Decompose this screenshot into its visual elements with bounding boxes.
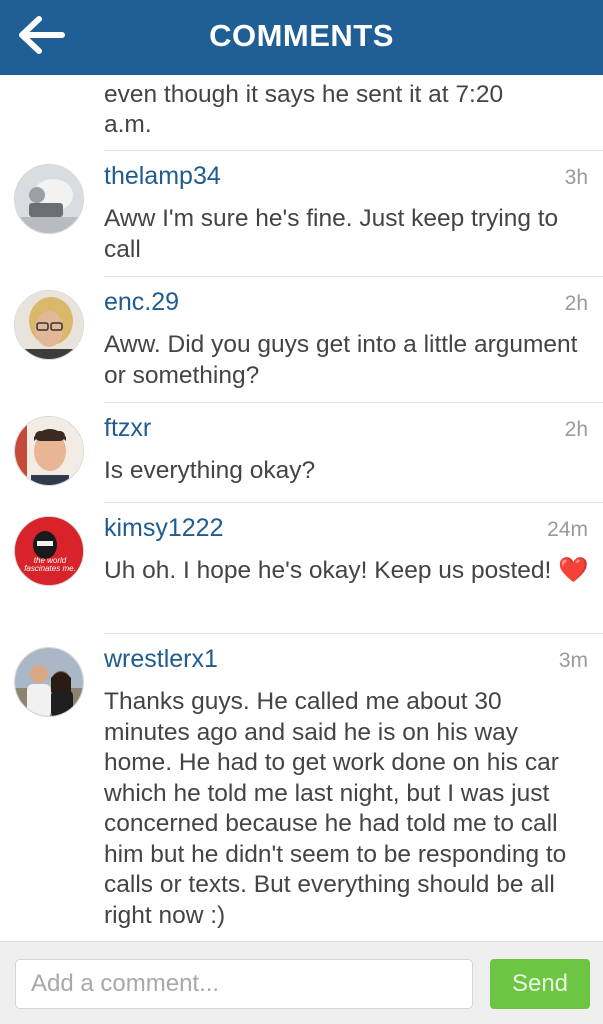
avatar[interactable] xyxy=(14,647,84,717)
heart-icon: ❤️ xyxy=(558,557,589,584)
divider xyxy=(104,150,603,151)
avatar-image xyxy=(15,291,83,359)
divider xyxy=(104,276,603,277)
partial-comment-line: even though it says he sent it at 7:20 xyxy=(104,81,504,108)
comment-text: Aww I'm sure he's fine. Just keep trying… xyxy=(104,205,559,263)
avatar-caption: the world fascinates me. xyxy=(24,556,76,573)
comment-username[interactable]: kimsy1222 xyxy=(104,514,224,543)
comment-username[interactable]: enc.29 xyxy=(104,288,179,317)
avatar[interactable] xyxy=(14,164,84,234)
divider xyxy=(104,633,603,634)
comment-timestamp: 3m xyxy=(558,649,588,672)
comment-text: Aww. Did you guys get into a little argu… xyxy=(104,331,578,389)
header-bar: COMMENTS xyxy=(0,0,603,75)
comment-username[interactable]: wrestlerx1 xyxy=(104,645,218,674)
comments-list[interactable]: even though it says he sent it at 7:20 a… xyxy=(0,75,603,941)
partial-comment-text: even though it says he sent it at 7:20 a… xyxy=(104,75,584,140)
avatar-image xyxy=(15,165,83,233)
avatar-image xyxy=(15,648,83,716)
avatar-image xyxy=(15,417,83,485)
comment-composer: Send xyxy=(0,941,603,1024)
comment-username[interactable]: thelamp34 xyxy=(104,162,221,191)
avatar-image xyxy=(15,517,83,585)
comment-text: Uh oh. I hope he's okay! Keep us posted!… xyxy=(104,556,589,587)
comment-text: Is everything okay? xyxy=(104,457,316,484)
comment-timestamp: 3h xyxy=(564,166,588,189)
comment-timestamp: 2h xyxy=(564,418,588,441)
comment-username[interactable]: ftzxr xyxy=(104,414,151,443)
page-title: COMMENTS xyxy=(209,18,394,53)
comment-timestamp: 2h xyxy=(564,292,588,315)
partial-comment-line: a.m. xyxy=(104,111,152,138)
avatar[interactable] xyxy=(14,416,84,486)
divider xyxy=(104,502,603,503)
comment-text: Thanks guys. He called me about 30 minut… xyxy=(104,688,567,929)
comment-input[interactable] xyxy=(15,959,473,1009)
comment-timestamp: 24m xyxy=(547,518,588,541)
comment-text-body: Uh oh. I hope he's okay! Keep us posted! xyxy=(104,557,552,584)
avatar[interactable] xyxy=(14,290,84,360)
avatar[interactable]: the world fascinates me. xyxy=(14,516,84,586)
divider xyxy=(104,402,603,403)
send-button[interactable]: Send xyxy=(490,959,590,1009)
